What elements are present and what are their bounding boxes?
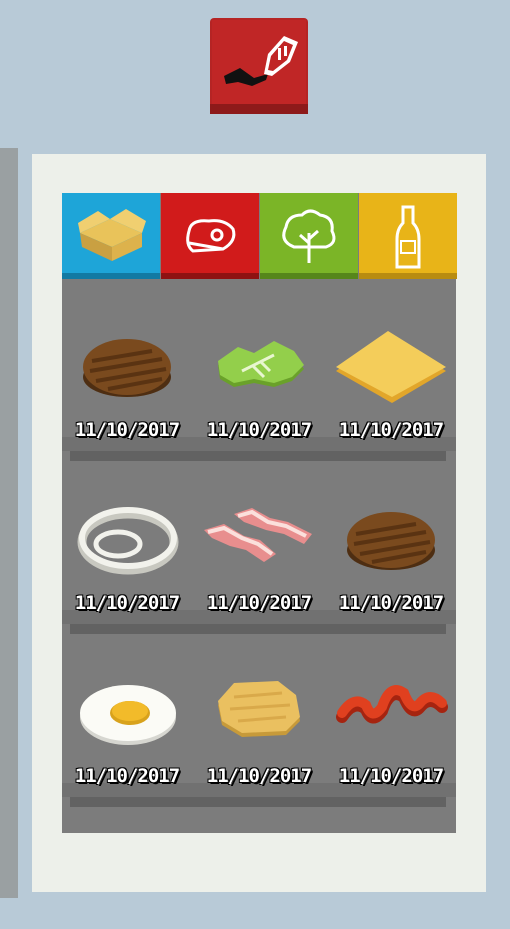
tab-vegetables[interactable] (260, 193, 358, 279)
burger-patty-icon (347, 512, 435, 570)
date-label: 11/10/2017 (338, 592, 444, 614)
cheese-slice-icon (336, 331, 446, 403)
box-icon (62, 193, 160, 279)
item-ketchup[interactable]: 11/10/2017 (326, 677, 456, 787)
burger-patty-icon (83, 339, 171, 397)
shelf-shadow (70, 624, 446, 634)
fried-egg-icon (80, 685, 176, 745)
item-bacon[interactable]: 11/10/2017 (194, 504, 324, 614)
ketchup-icon (336, 685, 448, 724)
date-label: 11/10/2017 (74, 765, 180, 787)
item-lettuce[interactable]: 11/10/2017 (194, 331, 324, 441)
side-rail (0, 148, 18, 898)
date-label: 11/10/2017 (74, 419, 180, 441)
date-label: 11/10/2017 (338, 765, 444, 787)
steak-icon (161, 193, 259, 279)
hash-brown-icon (218, 681, 300, 737)
tree-icon (260, 193, 358, 279)
shelf-shadow (70, 451, 446, 461)
date-label: 11/10/2017 (338, 419, 444, 441)
shelf-shadow (70, 797, 446, 807)
date-label: 11/10/2017 (206, 419, 312, 441)
tab-pantry[interactable] (62, 193, 160, 279)
item-onion-rings[interactable]: 11/10/2017 (62, 504, 192, 614)
bottle-icon (359, 193, 457, 279)
date-label: 11/10/2017 (206, 765, 312, 787)
tab-condiments[interactable] (359, 193, 457, 279)
item-hash-brown[interactable]: 11/10/2017 (194, 677, 324, 787)
item-fried-egg[interactable]: 11/10/2017 (62, 677, 192, 787)
bacon-icon (204, 508, 312, 562)
date-label: 11/10/2017 (206, 592, 312, 614)
item-burger-patty[interactable]: 11/10/2017 (62, 331, 192, 441)
tab-meat[interactable] (161, 193, 259, 279)
lettuce-icon (218, 341, 304, 387)
item-cheese-slice[interactable]: 11/10/2017 (326, 331, 456, 441)
date-label: 11/10/2017 (74, 592, 180, 614)
item-burger-patty[interactable]: 11/10/2017 (326, 504, 456, 614)
spatula-button[interactable] (210, 18, 308, 114)
spatula-icon (210, 18, 308, 114)
onion-rings-icon (77, 507, 179, 575)
